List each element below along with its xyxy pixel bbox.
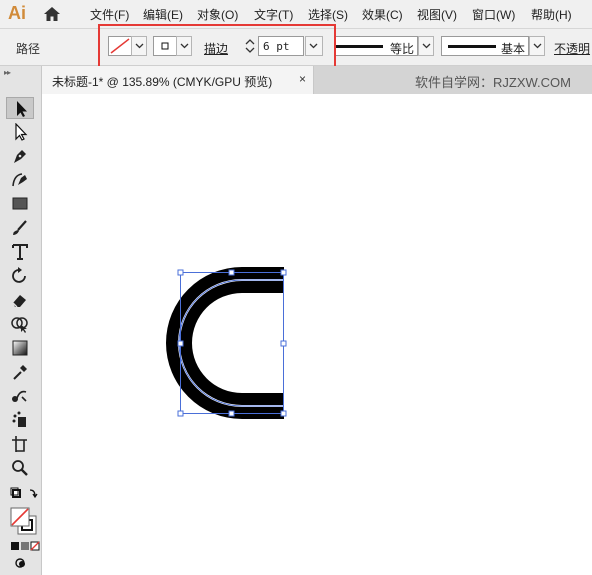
menu-file[interactable]: 文件(F) (90, 6, 129, 23)
watermark-text: 软件自学网：RJZXW.COM (415, 75, 571, 90)
curvature-tool-icon[interactable] (6, 169, 34, 191)
stroke-weight-spinner[interactable] (243, 36, 257, 56)
fill-dropdown[interactable] (131, 36, 147, 56)
selection-type-label: 路径 (16, 42, 41, 56)
paintbrush-tool-icon[interactable] (6, 217, 34, 239)
tools-panel: ▸▸ (0, 66, 42, 575)
chevron-down-icon (180, 43, 189, 49)
variable-width-profile[interactable]: 等比 (334, 36, 418, 56)
artwork (166, 267, 287, 419)
variable-width-dropdown[interactable] (418, 36, 434, 56)
menu-effect[interactable]: 效果(C) (362, 6, 403, 23)
c-shape-inner-stroke[interactable] (180, 281, 284, 405)
panel-collapse-icon[interactable]: ▸▸ (4, 68, 11, 77)
artboard-tool-icon[interactable] (6, 433, 34, 455)
shape-builder-tool-icon[interactable] (6, 313, 34, 335)
menu-object[interactable]: 对象(O) (197, 6, 238, 23)
app-logo: Ai (8, 3, 26, 23)
rectangle-tool-icon[interactable] (6, 193, 34, 215)
zoom-tool-icon[interactable] (6, 457, 34, 479)
opacity-label[interactable]: 不透明 (554, 40, 590, 57)
stroke-swatch[interactable] (153, 36, 177, 56)
gradient-tool-icon[interactable] (6, 337, 34, 359)
color-mode-buttons[interactable] (6, 538, 40, 552)
close-icon[interactable]: × (299, 72, 306, 86)
chevron-down-icon (135, 43, 144, 49)
menu-type[interactable]: 文字(T) (254, 6, 293, 23)
stroke-weight-dropdown[interactable] (305, 36, 323, 56)
stroke-label[interactable]: 描边 (204, 40, 228, 57)
none-fill-icon (110, 38, 130, 54)
stroke-weight-input[interactable]: 6 pt (258, 36, 304, 56)
brush-dropdown[interactable] (529, 36, 545, 56)
document-tab-title: 未标题-1* @ 135.89% (CMYK/GPU 预览) (52, 75, 273, 89)
rotate-tool-icon[interactable] (6, 265, 34, 287)
control-bar: 路径 描边 6 pt 等比 基本 不透明 (0, 29, 592, 66)
type-tool-icon[interactable] (6, 241, 34, 263)
symbol-sprayer-tool-icon[interactable] (6, 409, 34, 431)
direct-selection-tool-icon[interactable] (6, 121, 34, 143)
fill-swatch[interactable] (108, 36, 132, 56)
brush-preview-line (448, 45, 496, 48)
chevron-down-icon (422, 43, 431, 49)
blend-tool-icon[interactable] (6, 385, 34, 407)
selection-tool-icon[interactable] (6, 97, 34, 119)
swap-fill-stroke-icon[interactable] (6, 485, 38, 503)
variable-width-label: 等比 (390, 42, 415, 56)
eyedropper-tool-icon[interactable] (6, 361, 34, 383)
menu-select[interactable]: 选择(S) (308, 6, 348, 23)
document-tab[interactable]: 未标题-1* @ 135.89% (CMYK/GPU 预览) × (42, 66, 314, 94)
fill-stroke-indicator[interactable] (6, 504, 37, 536)
stroke-dropdown[interactable] (176, 36, 192, 56)
menu-view[interactable]: 视图(V) (417, 6, 457, 23)
chevron-down-icon (533, 43, 542, 49)
eraser-tool-icon[interactable] (6, 289, 34, 311)
chevron-down-icon (309, 43, 318, 49)
profile-preview-line (335, 45, 383, 48)
stroke-swatch-icon (161, 42, 169, 50)
artboard-canvas[interactable] (42, 94, 592, 575)
home-icon[interactable] (43, 6, 61, 22)
draw-mode-icon[interactable] (6, 555, 34, 569)
menu-help[interactable]: 帮助(H) (531, 6, 572, 23)
menu-edit[interactable]: 编辑(E) (143, 6, 183, 23)
brush-label: 基本 (501, 42, 526, 56)
pen-tool-icon[interactable] (6, 145, 34, 167)
brush-definition[interactable]: 基本 (441, 36, 529, 56)
menu-window[interactable]: 窗口(W) (472, 6, 515, 23)
menu-bar: Ai 文件(F) 编辑(E) 对象(O) 文字(T) 选择(S) 效果(C) 视… (0, 0, 592, 29)
